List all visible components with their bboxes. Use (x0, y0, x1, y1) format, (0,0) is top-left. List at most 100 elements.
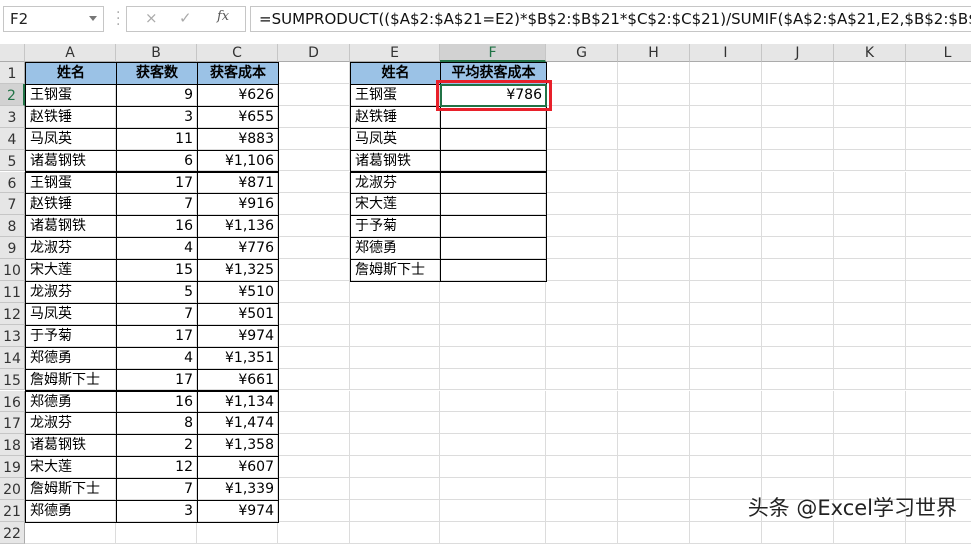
grid-cell[interactable] (278, 62, 350, 84)
grid-cell[interactable] (906, 84, 971, 106)
grid-cell[interactable] (762, 215, 834, 238)
source-data-cell[interactable]: ¥1,358 (197, 434, 279, 458)
grid-cell[interactable] (278, 521, 350, 544)
grid-cell[interactable] (546, 281, 618, 303)
source-data-cell[interactable]: 7 (116, 193, 198, 217)
source-data-cell[interactable]: 龙淑芬 (25, 237, 117, 261)
result-data-cell[interactable] (440, 237, 547, 261)
column-header-D[interactable]: D (278, 44, 350, 62)
grid-cell[interactable] (690, 127, 762, 150)
grid-cell[interactable] (546, 302, 618, 325)
grid-cell[interactable] (546, 346, 618, 369)
grid-cell[interactable] (906, 456, 971, 479)
grid-cell[interactable] (440, 368, 546, 391)
row-header-18[interactable]: 18 (0, 434, 25, 457)
grid-cell[interactable] (618, 434, 690, 457)
grid-cell[interactable] (906, 150, 971, 172)
grid-cell[interactable] (618, 478, 690, 500)
source-data-cell[interactable]: ¥974 (197, 324, 279, 348)
grid-cell[interactable] (762, 281, 834, 303)
result-data-cell[interactable]: 龙淑芬 (350, 171, 441, 195)
source-data-cell[interactable]: ¥974 (197, 500, 279, 523)
grid-cell[interactable] (546, 83, 618, 106)
grid-cell[interactable] (690, 324, 762, 347)
column-header-E[interactable]: E (350, 44, 440, 62)
source-data-cell[interactable]: ¥626 (197, 83, 279, 107)
grid-cell[interactable] (834, 346, 906, 369)
chevron-down-icon[interactable] (89, 16, 97, 21)
grid-cell[interactable] (546, 193, 618, 216)
source-data-cell[interactable]: 诸葛钢铁 (25, 149, 117, 173)
grid-cell[interactable] (618, 237, 690, 260)
source-data-cell[interactable]: 诸葛钢铁 (25, 434, 117, 458)
grid-cell[interactable] (440, 456, 546, 479)
grid-cell[interactable] (906, 62, 971, 84)
grid-cell[interactable] (834, 62, 906, 84)
grid-cell[interactable] (834, 281, 906, 303)
grid-cell[interactable] (618, 127, 690, 150)
grid-cell[interactable] (906, 237, 971, 260)
grid-cell[interactable] (440, 281, 546, 303)
source-data-cell[interactable]: 王钢蛋 (25, 83, 117, 107)
source-data-cell[interactable]: 诸葛钢铁 (25, 215, 117, 239)
grid-cell[interactable] (546, 215, 618, 238)
grid-cell[interactable] (906, 369, 971, 391)
grid-cell[interactable] (278, 193, 350, 216)
row-header-4[interactable]: 4 (0, 127, 25, 150)
column-header-K[interactable]: K (834, 44, 906, 62)
source-data-cell[interactable]: 7 (116, 302, 198, 326)
grid-cell[interactable] (762, 456, 834, 479)
result-data-cell[interactable]: 郑德勇 (350, 237, 441, 261)
grid-cell[interactable] (906, 106, 971, 128)
source-data-cell[interactable]: 6 (116, 149, 198, 173)
grid-cell[interactable] (618, 215, 690, 238)
row-header-12[interactable]: 12 (0, 302, 25, 325)
grid-cell[interactable] (690, 105, 762, 128)
grid-cell[interactable] (690, 456, 762, 479)
grid-cell[interactable] (618, 171, 690, 194)
source-data-cell[interactable]: ¥1,106 (197, 149, 279, 173)
grid-cell[interactable] (278, 83, 350, 106)
source-data-cell[interactable]: ¥871 (197, 171, 279, 195)
grid-cell[interactable] (906, 172, 971, 194)
grid-cell[interactable] (350, 281, 440, 303)
source-data-cell[interactable]: 16 (116, 390, 198, 414)
grid-cell[interactable] (618, 521, 690, 544)
grid-cell[interactable] (546, 62, 618, 84)
grid-cell[interactable] (546, 390, 618, 413)
grid-cell[interactable] (546, 500, 618, 522)
grid-cell[interactable] (278, 127, 350, 150)
row-header-15[interactable]: 15 (0, 368, 25, 391)
source-header-cell[interactable]: 获客数 (116, 62, 198, 85)
result-data-cell[interactable]: 诸葛钢铁 (350, 149, 441, 173)
grid-cell[interactable] (440, 412, 546, 435)
grid-cell[interactable] (906, 303, 971, 325)
grid-cell[interactable] (350, 390, 440, 413)
grid-cell[interactable] (440, 390, 546, 413)
grid-cell[interactable] (762, 237, 834, 260)
grid-cell[interactable] (440, 302, 546, 325)
source-data-cell[interactable]: 17 (116, 171, 198, 195)
column-header-C[interactable]: C (197, 44, 278, 62)
grid-cell[interactable] (278, 456, 350, 479)
source-data-cell[interactable]: 7 (116, 478, 198, 501)
grid-cell[interactable] (762, 62, 834, 84)
grid-cell[interactable] (350, 368, 440, 391)
grid-cell[interactable] (350, 478, 440, 500)
source-data-cell[interactable]: 5 (116, 281, 198, 304)
grid-cell[interactable] (618, 302, 690, 325)
source-data-cell[interactable]: ¥1,134 (197, 390, 279, 414)
row-header-19[interactable]: 19 (0, 456, 25, 479)
grid-cell[interactable] (906, 412, 971, 435)
result-data-cell[interactable]: 马凤英 (350, 127, 441, 151)
source-data-cell[interactable]: ¥916 (197, 193, 279, 217)
grid-cell[interactable] (546, 412, 618, 435)
grid-cell[interactable] (546, 434, 618, 457)
grid-cell[interactable] (546, 324, 618, 347)
source-data-cell[interactable]: 于予菊 (25, 324, 117, 348)
grid-cell[interactable] (762, 390, 834, 413)
grid-cell[interactable] (690, 237, 762, 260)
grid-cell[interactable] (278, 171, 350, 194)
source-data-cell[interactable]: ¥1,339 (197, 478, 279, 501)
grid-cell[interactable] (546, 237, 618, 260)
